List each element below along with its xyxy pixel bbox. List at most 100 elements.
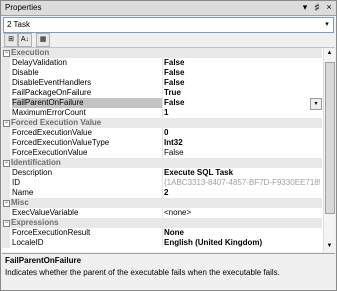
collapse-icon[interactable]: − — [3, 220, 10, 227]
property-row[interactable]: DisableEventHandlers False — [2, 78, 322, 88]
property-row[interactable]: FailPackageOnFailure True — [2, 88, 322, 98]
object-selector[interactable]: 2 Task ▾ — [3, 17, 334, 33]
row-margin — [2, 88, 10, 98]
categorized-button[interactable]: ⊞ — [4, 33, 18, 47]
category-label: Execution — [11, 48, 50, 57]
property-row[interactable]: DelayValidation False — [2, 58, 322, 68]
dropdown-icon[interactable]: ▾ — [300, 2, 310, 13]
property-row[interactable]: FailParentOnFailure False ▾ — [2, 98, 322, 110]
row-margin — [2, 238, 10, 248]
property-value[interactable]: {1ABC3313-8407-4857-BF7D-F9330EE71851} — [164, 178, 320, 188]
column-divider — [162, 208, 163, 218]
collapse-icon[interactable]: − — [3, 120, 10, 127]
row-margin — [2, 178, 10, 188]
property-row[interactable]: ID {1ABC3313-8407-4857-BF7D-F9330EE71851} — [2, 178, 322, 188]
row-margin — [2, 228, 10, 238]
property-value[interactable]: English (United Kingdom) — [164, 238, 320, 248]
row-margin — [2, 148, 10, 158]
property-name: MaximumErrorCount — [12, 108, 86, 117]
property-row[interactable]: ForceExecutionResult None — [2, 228, 322, 238]
column-divider — [162, 68, 163, 78]
property-row[interactable]: ExecValueVariable <none> — [2, 208, 322, 218]
property-row[interactable]: MaximumErrorCount 1 — [2, 108, 322, 118]
column-divider — [162, 228, 163, 238]
property-name: DelayValidation — [12, 58, 67, 67]
property-name: ForceExecutionResult — [12, 228, 91, 237]
vertical-scrollbar[interactable]: ▲ ▼ — [323, 48, 335, 252]
row-margin — [2, 208, 10, 218]
pin-icon[interactable]: ♯ — [312, 2, 322, 13]
row-margin — [2, 78, 10, 88]
description-panel: FailParentOnFailure Indicates whether th… — [2, 253, 335, 290]
description-title: FailParentOnFailure — [5, 256, 82, 265]
category-row[interactable]: − Identification — [2, 158, 322, 168]
title-bar: Properties ▾ ♯ × — [1, 1, 336, 16]
category-label: Expressions — [11, 218, 59, 227]
category-label: Misc — [11, 198, 29, 207]
property-value[interactable]: True — [164, 88, 320, 98]
category-row[interactable]: − Expressions — [2, 218, 322, 228]
property-value[interactable]: False — [164, 58, 320, 68]
property-name: ExecValueVariable — [12, 208, 79, 217]
collapse-icon[interactable]: − — [3, 50, 10, 57]
property-row[interactable]: ForcedExecutionValue 0 — [2, 128, 322, 138]
column-divider — [162, 98, 163, 108]
collapse-icon[interactable]: − — [3, 160, 10, 167]
property-pages-button[interactable]: ▦ — [36, 33, 50, 47]
category-row[interactable]: − Misc — [2, 198, 322, 208]
row-margin — [2, 98, 10, 108]
alphabetical-button[interactable]: A↓ — [18, 33, 32, 47]
property-value[interactable]: False — [164, 78, 320, 88]
chevron-down-icon[interactable]: ▾ — [321, 18, 333, 32]
property-name: Description — [12, 168, 53, 177]
property-row[interactable]: ForceExecutionValue False — [2, 148, 322, 158]
properties-window: Properties ▾ ♯ × 2 Task ▾ ⊞ A↓ ▦ − Execut… — [0, 0, 337, 291]
property-value[interactable]: Int32 — [164, 138, 320, 148]
column-divider — [162, 58, 163, 68]
row-margin — [2, 108, 10, 118]
property-value[interactable]: None — [164, 228, 320, 238]
property-value[interactable]: 0 — [164, 128, 320, 138]
row-margin — [2, 58, 10, 68]
close-icon[interactable]: × — [324, 2, 334, 13]
property-value[interactable]: 1 — [164, 108, 320, 118]
column-divider — [162, 108, 163, 118]
column-divider — [162, 178, 163, 188]
property-value[interactable]: False — [164, 98, 320, 108]
property-name: FailPackageOnFailure — [12, 88, 92, 97]
column-divider — [162, 88, 163, 98]
property-row[interactable]: Name 2 — [2, 188, 322, 198]
row-margin — [2, 68, 10, 78]
category-label: Forced Execution Value — [11, 118, 102, 127]
property-value[interactable]: <none> — [164, 208, 320, 218]
property-name: LocaleID — [12, 238, 44, 247]
property-value[interactable]: False — [164, 68, 320, 78]
property-name: FailParentOnFailure — [12, 98, 162, 108]
category-row[interactable]: − Forced Execution Value — [2, 118, 322, 128]
property-row[interactable]: Description Execute SQL Task — [2, 168, 322, 178]
category-row[interactable]: − Execution — [2, 48, 322, 58]
scroll-down-icon[interactable]: ▼ — [324, 241, 335, 252]
property-row[interactable]: ForcedExecutionValueType Int32 — [2, 138, 322, 148]
property-value[interactable]: Execute SQL Task — [164, 168, 320, 178]
property-row[interactable]: LocaleID English (United Kingdom) — [2, 238, 322, 248]
column-divider — [162, 168, 163, 178]
column-divider — [162, 148, 163, 158]
row-margin — [2, 168, 10, 178]
row-margin — [2, 128, 10, 138]
properties-toolbar: ⊞ A↓ ▦ — [3, 33, 332, 47]
window-title: Properties — [5, 3, 42, 12]
property-row[interactable]: Disable False — [2, 68, 322, 78]
scroll-up-icon[interactable]: ▲ — [324, 48, 335, 59]
scroll-thumb[interactable] — [325, 62, 335, 214]
column-divider — [162, 78, 163, 88]
collapse-icon[interactable]: − — [3, 200, 10, 207]
property-name: ID — [12, 178, 20, 187]
property-value[interactable]: 2 — [164, 188, 320, 198]
property-name: ForcedExecutionValueType — [12, 138, 110, 147]
row-margin — [2, 188, 10, 198]
property-value[interactable]: False — [164, 148, 320, 158]
column-divider — [162, 188, 163, 198]
property-name: Disable — [12, 68, 39, 77]
column-divider — [162, 238, 163, 248]
